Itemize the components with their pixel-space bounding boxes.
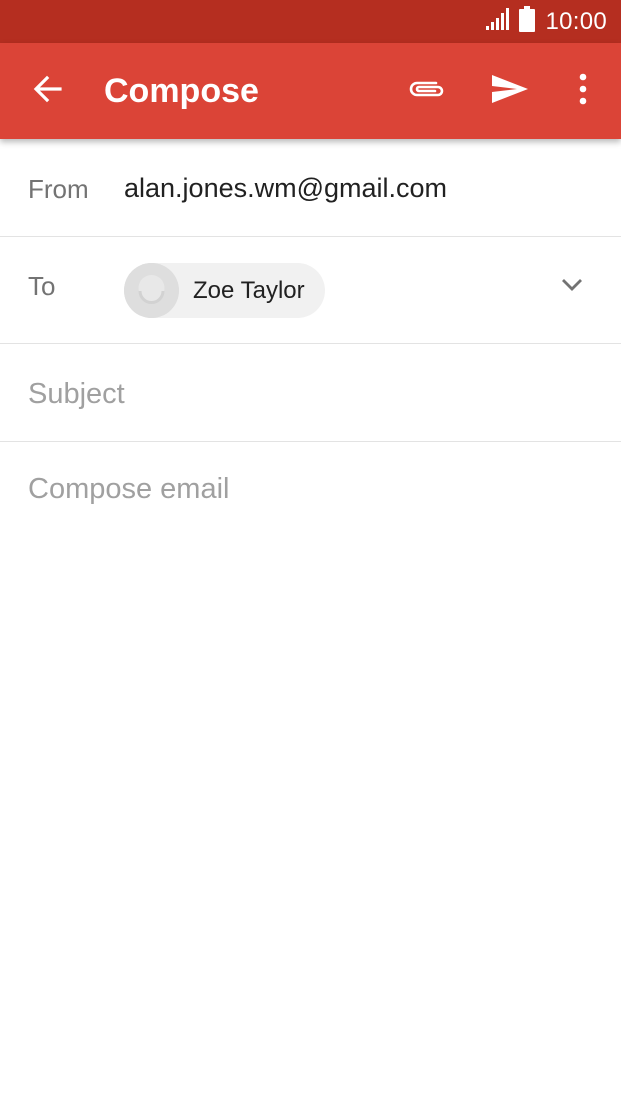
more-vert-icon xyxy=(578,73,588,110)
contact-avatar-icon xyxy=(124,263,179,318)
from-row: From alan.jones.wm@gmail.com xyxy=(0,139,621,237)
recipient-chip[interactable]: Zoe Taylor xyxy=(124,263,325,318)
back-button[interactable] xyxy=(22,66,72,116)
compose-body-input[interactable] xyxy=(28,473,593,1073)
status-indicators: 10:00 xyxy=(485,0,607,43)
to-label: To xyxy=(28,271,56,301)
status-time: 10:00 xyxy=(545,7,607,35)
send-button[interactable] xyxy=(485,66,535,116)
arrow-back-icon xyxy=(32,74,62,109)
page-title: Compose xyxy=(104,72,259,110)
attach-button[interactable] xyxy=(402,66,452,116)
paperclip-icon xyxy=(407,79,447,104)
expand-recipients-button[interactable] xyxy=(550,265,594,309)
battery-icon xyxy=(519,6,536,37)
subject-input[interactable] xyxy=(28,374,588,414)
subject-row xyxy=(0,344,621,442)
app-toolbar: Compose xyxy=(0,43,621,139)
recipient-name: Zoe Taylor xyxy=(193,276,305,304)
more-options-button[interactable] xyxy=(558,66,608,116)
signal-icon xyxy=(485,7,510,36)
send-icon xyxy=(490,73,530,110)
chevron-down-icon xyxy=(560,277,584,298)
from-address[interactable]: alan.jones.wm@gmail.com xyxy=(124,173,447,204)
compose-screen: 10:00 Compose From alan.jones.wm@gmail.c… xyxy=(0,0,621,1104)
to-row: To Zoe Taylor xyxy=(0,237,621,344)
from-label: From xyxy=(28,174,89,204)
status-bar: 10:00 xyxy=(0,0,621,43)
